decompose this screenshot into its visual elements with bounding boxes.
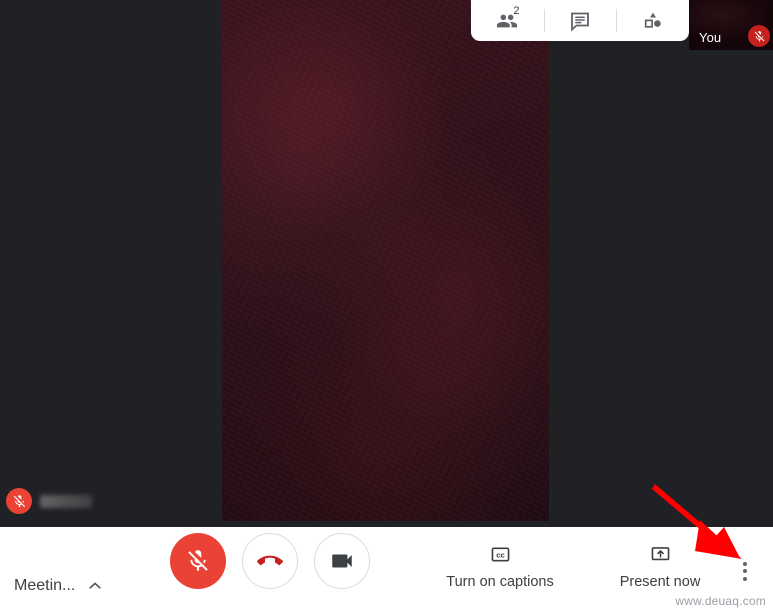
activities-button[interactable] bbox=[616, 0, 689, 41]
video-camera-icon bbox=[332, 554, 352, 568]
meet-window: 2 You Meetin... cc Turn on captions Pres… bbox=[0, 0, 773, 611]
bottom-control-bar: Meetin... cc Turn on captions Present no… bbox=[0, 527, 773, 611]
more-dot bbox=[743, 561, 747, 566]
participant-name-text bbox=[40, 494, 92, 508]
chevron-up-icon bbox=[89, 582, 101, 589]
video-stage: 2 You bbox=[0, 0, 773, 527]
meeting-name-label: Meetin... bbox=[14, 577, 76, 594]
mic-off-icon bbox=[6, 488, 32, 514]
watermark-text: www.deuaq.com bbox=[675, 594, 766, 608]
participant-name-badge bbox=[6, 488, 92, 514]
more-options-button[interactable] bbox=[731, 557, 759, 585]
call-end-icon bbox=[257, 555, 283, 566]
people-count-badge: 2 bbox=[513, 5, 520, 17]
chat-button[interactable] bbox=[543, 0, 617, 41]
present-now-button[interactable]: Present now bbox=[580, 543, 740, 590]
people-button[interactable]: 2 bbox=[471, 0, 544, 41]
leave-call-button[interactable] bbox=[242, 533, 298, 589]
self-mic-off-icon bbox=[748, 25, 770, 47]
call-controls bbox=[170, 533, 370, 589]
more-dot bbox=[743, 569, 747, 573]
captions-label: Turn on captions bbox=[446, 574, 554, 590]
main-participant-video[interactable] bbox=[222, 0, 549, 521]
cc-icon: cc bbox=[491, 547, 509, 562]
bottom-actions: cc Turn on captions Present now bbox=[420, 543, 740, 590]
more-dot bbox=[743, 576, 747, 581]
svg-text:cc: cc bbox=[496, 550, 505, 559]
captions-button[interactable]: cc Turn on captions bbox=[420, 543, 580, 590]
camera-toggle-button[interactable] bbox=[314, 533, 370, 589]
self-view-tile[interactable]: You bbox=[689, 0, 773, 50]
top-toolbar: 2 bbox=[471, 0, 689, 41]
activities-icon bbox=[644, 12, 661, 28]
mic-off-icon bbox=[188, 550, 208, 571]
microphone-toggle-button[interactable] bbox=[170, 533, 226, 589]
meeting-info-button[interactable]: Meetin... bbox=[14, 577, 104, 595]
present-now-label: Present now bbox=[619, 574, 701, 590]
chat-icon bbox=[571, 12, 589, 32]
self-view-label: You bbox=[699, 30, 722, 45]
present-now-icon bbox=[651, 547, 669, 561]
